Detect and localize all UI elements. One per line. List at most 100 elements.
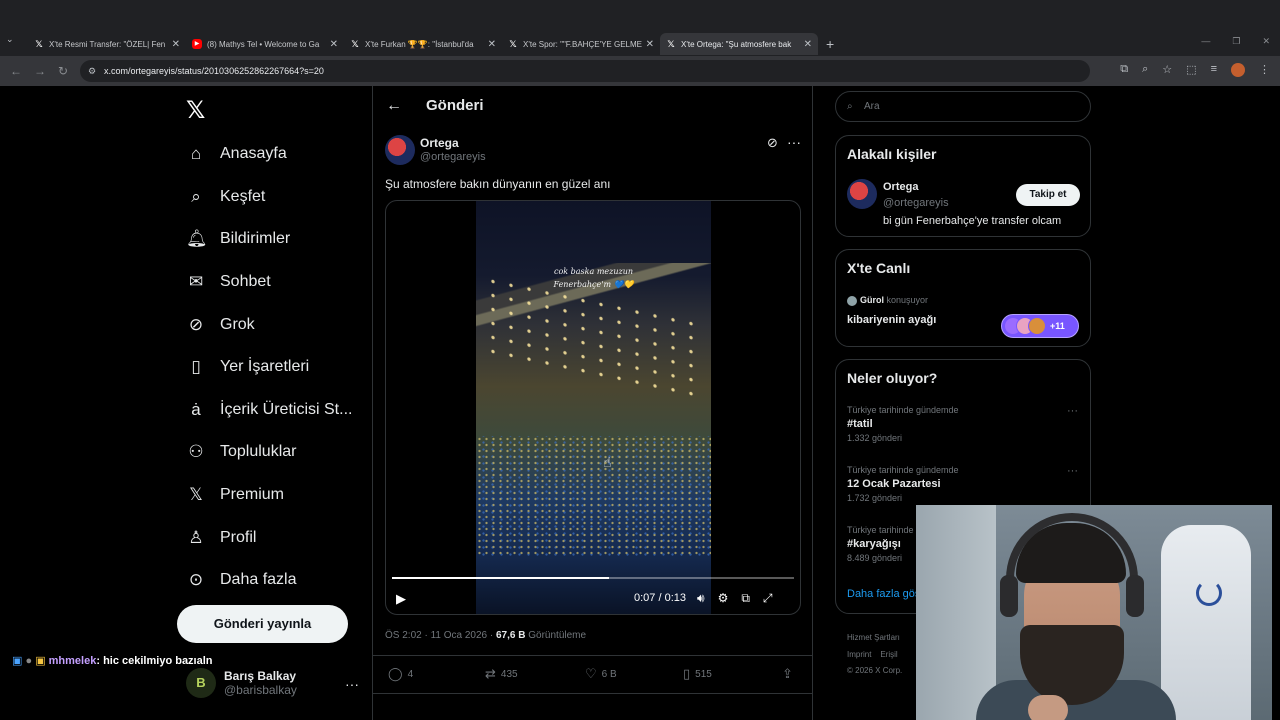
browser-tab-active[interactable]: 𝕏 X'te Ortega: "Şu atmosfere bak ✕ (660, 33, 818, 55)
nav-item-chat[interactable]: ✉ Sohbet (186, 261, 352, 304)
divider (373, 655, 812, 656)
share-button[interactable]: ⇪ (782, 666, 793, 682)
live-listeners-badge[interactable]: +11 (1001, 314, 1079, 338)
account-switcher[interactable]: B Barış Balkay @barisbalkay (186, 668, 297, 698)
site-info-icon[interactable]: ⚙ (88, 60, 96, 82)
nav-item-home[interactable]: ⌂ Anasayfa (186, 133, 352, 176)
author-name[interactable]: Ortega (420, 136, 459, 150)
author-avatar[interactable] (385, 135, 415, 165)
nav-item-notifications[interactable]: 🔔︎ Bildirimler (186, 218, 352, 261)
repost-button[interactable]: ⇄ 435 (485, 666, 518, 682)
reload-icon[interactable]: ↻ (58, 64, 68, 78)
picture-in-picture-icon[interactable]: ⧉ (741, 591, 750, 606)
person-bio: bi gün Fenerbahçe'ye transfer olcam (883, 215, 1062, 227)
nav-item-grok[interactable]: ⊘ Grok (186, 303, 352, 346)
nav-item-communities[interactable]: ⚇ Topluluklar (186, 431, 352, 474)
tab-close-icon[interactable]: ✕ (330, 39, 338, 50)
follow-button[interactable]: Takip et (1016, 184, 1080, 206)
browser-tab[interactable]: 𝕏 X'te Furkan 🏆🏆: "İstanbul'da ✕ (344, 33, 502, 55)
chat-badge-icon: ● (25, 655, 33, 667)
video-caption-line: Fenerbahçe'm 💙💛 (553, 280, 634, 289)
video-player[interactable]: cok baska mezuzun Fenerbahçe'm 💙💛 ☝ ▶ 0:… (385, 200, 801, 615)
nav-item-profile[interactable]: ♙ Profil (186, 516, 352, 559)
page-title: Gönderi (426, 97, 484, 114)
video-progress-bar[interactable] (392, 577, 794, 579)
zoom-icon[interactable]: ⌕ (1142, 63, 1148, 77)
bookmark-button[interactable]: ▯ 515 (683, 666, 712, 682)
tab-close-icon[interactable]: ✕ (804, 39, 812, 50)
footer-link[interactable]: Imprint (847, 650, 871, 659)
tab-close-icon[interactable]: ✕ (646, 39, 654, 50)
nav-item-premium[interactable]: 𝕏 Premium (186, 474, 352, 517)
nav-label: Yer İşaretleri (220, 358, 310, 376)
trend-item[interactable]: Türkiye tarihinde gündemde 12 Ocak Pazar… (847, 465, 959, 503)
reply-button[interactable]: ◯ 4 (388, 666, 413, 682)
volume-icon[interactable]: 🔊︎ (697, 591, 705, 606)
live-topic[interactable]: kibariyenin ayağı (847, 314, 936, 326)
cast-icon[interactable]: ⧉ (1120, 63, 1128, 77)
back-arrow-icon[interactable]: ← (10, 64, 22, 78)
reading-list-icon[interactable]: ≡ (1211, 63, 1217, 77)
x-logo-icon: 𝕏 (351, 39, 359, 49)
grok-icon[interactable]: ⊘ (767, 135, 778, 151)
like-button[interactable]: ♡ 6 B (585, 666, 617, 682)
browser-tab[interactable]: 𝕏 X'te Spor: ""F.BAHÇE'YE GELMEY ✕ (502, 33, 660, 55)
person-name[interactable]: Ortega (883, 181, 918, 193)
tab-close-icon[interactable]: ✕ (488, 39, 496, 50)
nav-label: Keşfet (220, 187, 266, 205)
nav-item-more[interactable]: ⊙ Daha fazla (186, 559, 352, 602)
live-status: konuşuyor (884, 295, 929, 305)
grok-icon: ⊘ (188, 314, 204, 334)
more-dots-icon[interactable]: ··· (1067, 465, 1078, 477)
more-dots-icon[interactable]: ··· (1067, 405, 1078, 417)
nav-item-creator-studio[interactable]: ȧ İçerik Üreticisi St... (186, 389, 352, 432)
profile-avatar-icon[interactable] (1231, 63, 1245, 77)
search-input[interactable]: ⌕ Ara (835, 91, 1091, 122)
forward-arrow-icon[interactable]: → (34, 64, 46, 78)
avatar: B (186, 668, 216, 698)
url-input[interactable]: ⚙ x.com/ortegareyis/status/2010306252862… (80, 60, 1090, 82)
restore-icon[interactable]: ❐ (1232, 36, 1240, 47)
post-timestamp[interactable]: ÖS 2:02 · 11 Oca 2026 · (385, 630, 496, 641)
url-text: x.com/ortegareyis/status/201030625286226… (104, 66, 324, 76)
browser-tab[interactable]: 𝕏 X'te Resmi Transfer: "ÖZEL| Fen ✕ (28, 33, 186, 55)
more-dots-icon[interactable]: ··· (345, 676, 359, 692)
video-frame[interactable]: cok baska mezuzun Fenerbahçe'm 💙💛 (476, 201, 711, 614)
trend-item[interactable]: Türkiye tarihinde gündemde #tatil 1.332 … (847, 405, 959, 443)
live-host[interactable]: Gürol konuşuyor (847, 295, 928, 306)
menu-kebab-icon[interactable]: ⋮ (1259, 63, 1270, 77)
close-window-icon[interactable]: ✕ (1262, 36, 1270, 47)
creator-icon: ȧ (191, 399, 201, 419)
new-tab-button[interactable]: + (826, 33, 834, 55)
footer-link[interactable]: Erişil (880, 650, 897, 659)
tab-search-button[interactable]: ⌄ (6, 34, 14, 45)
communities-icon: ⚇ (188, 442, 204, 462)
video-progress-fill (392, 577, 610, 579)
author-handle[interactable]: @ortegareyis (420, 151, 486, 163)
x-logo-icon[interactable]: 𝕏 (186, 96, 205, 125)
footer-copyright: © 2026 X Corp. (847, 666, 903, 675)
tab-close-icon[interactable]: ✕ (172, 39, 180, 50)
nav-item-bookmarks[interactable]: ▯ Yer İşaretleri (186, 346, 352, 389)
more-dots-icon[interactable]: ··· (787, 134, 801, 150)
extensions-icon[interactable]: ⬚ (1186, 63, 1196, 77)
browser-tab[interactable]: ▶ (8) Mathys Tel • Welcome to Ga ✕ (186, 33, 344, 55)
footer-link[interactable]: Hizmet Şartları (847, 633, 900, 642)
nav-label: Topluluklar (220, 443, 297, 461)
stadium-crowd (476, 436, 711, 556)
play-icon[interactable]: ▶ (396, 591, 406, 607)
person-handle[interactable]: @ortegareyis (883, 197, 949, 209)
nav-item-explore[interactable]: ⌕ Keşfet (186, 176, 352, 219)
fullscreen-icon[interactable]: ⤢ (763, 591, 773, 606)
stream-chat-message: ▣ ● ▣ mhmelek: hic cekilmiyo bazıaln (12, 654, 213, 667)
minimize-icon[interactable]: — (1201, 36, 1210, 47)
avatar[interactable] (847, 179, 877, 209)
back-arrow-icon[interactable]: ← (386, 97, 402, 115)
star-icon[interactable]: ☆ (1162, 63, 1172, 77)
settings-gear-icon[interactable]: ⚙ (718, 591, 729, 606)
live-card: X'te Canlı Gürol konuşuyor kibariyenin a… (835, 249, 1091, 347)
post-button[interactable]: Gönderi yayınla (177, 605, 348, 643)
post-actions: ◯ 4 ⇄ 435 ♡ 6 B ▯ 515 ⇪ (385, 666, 801, 682)
nav-label: Bildirimler (220, 230, 291, 248)
chair-logo (1196, 580, 1222, 606)
